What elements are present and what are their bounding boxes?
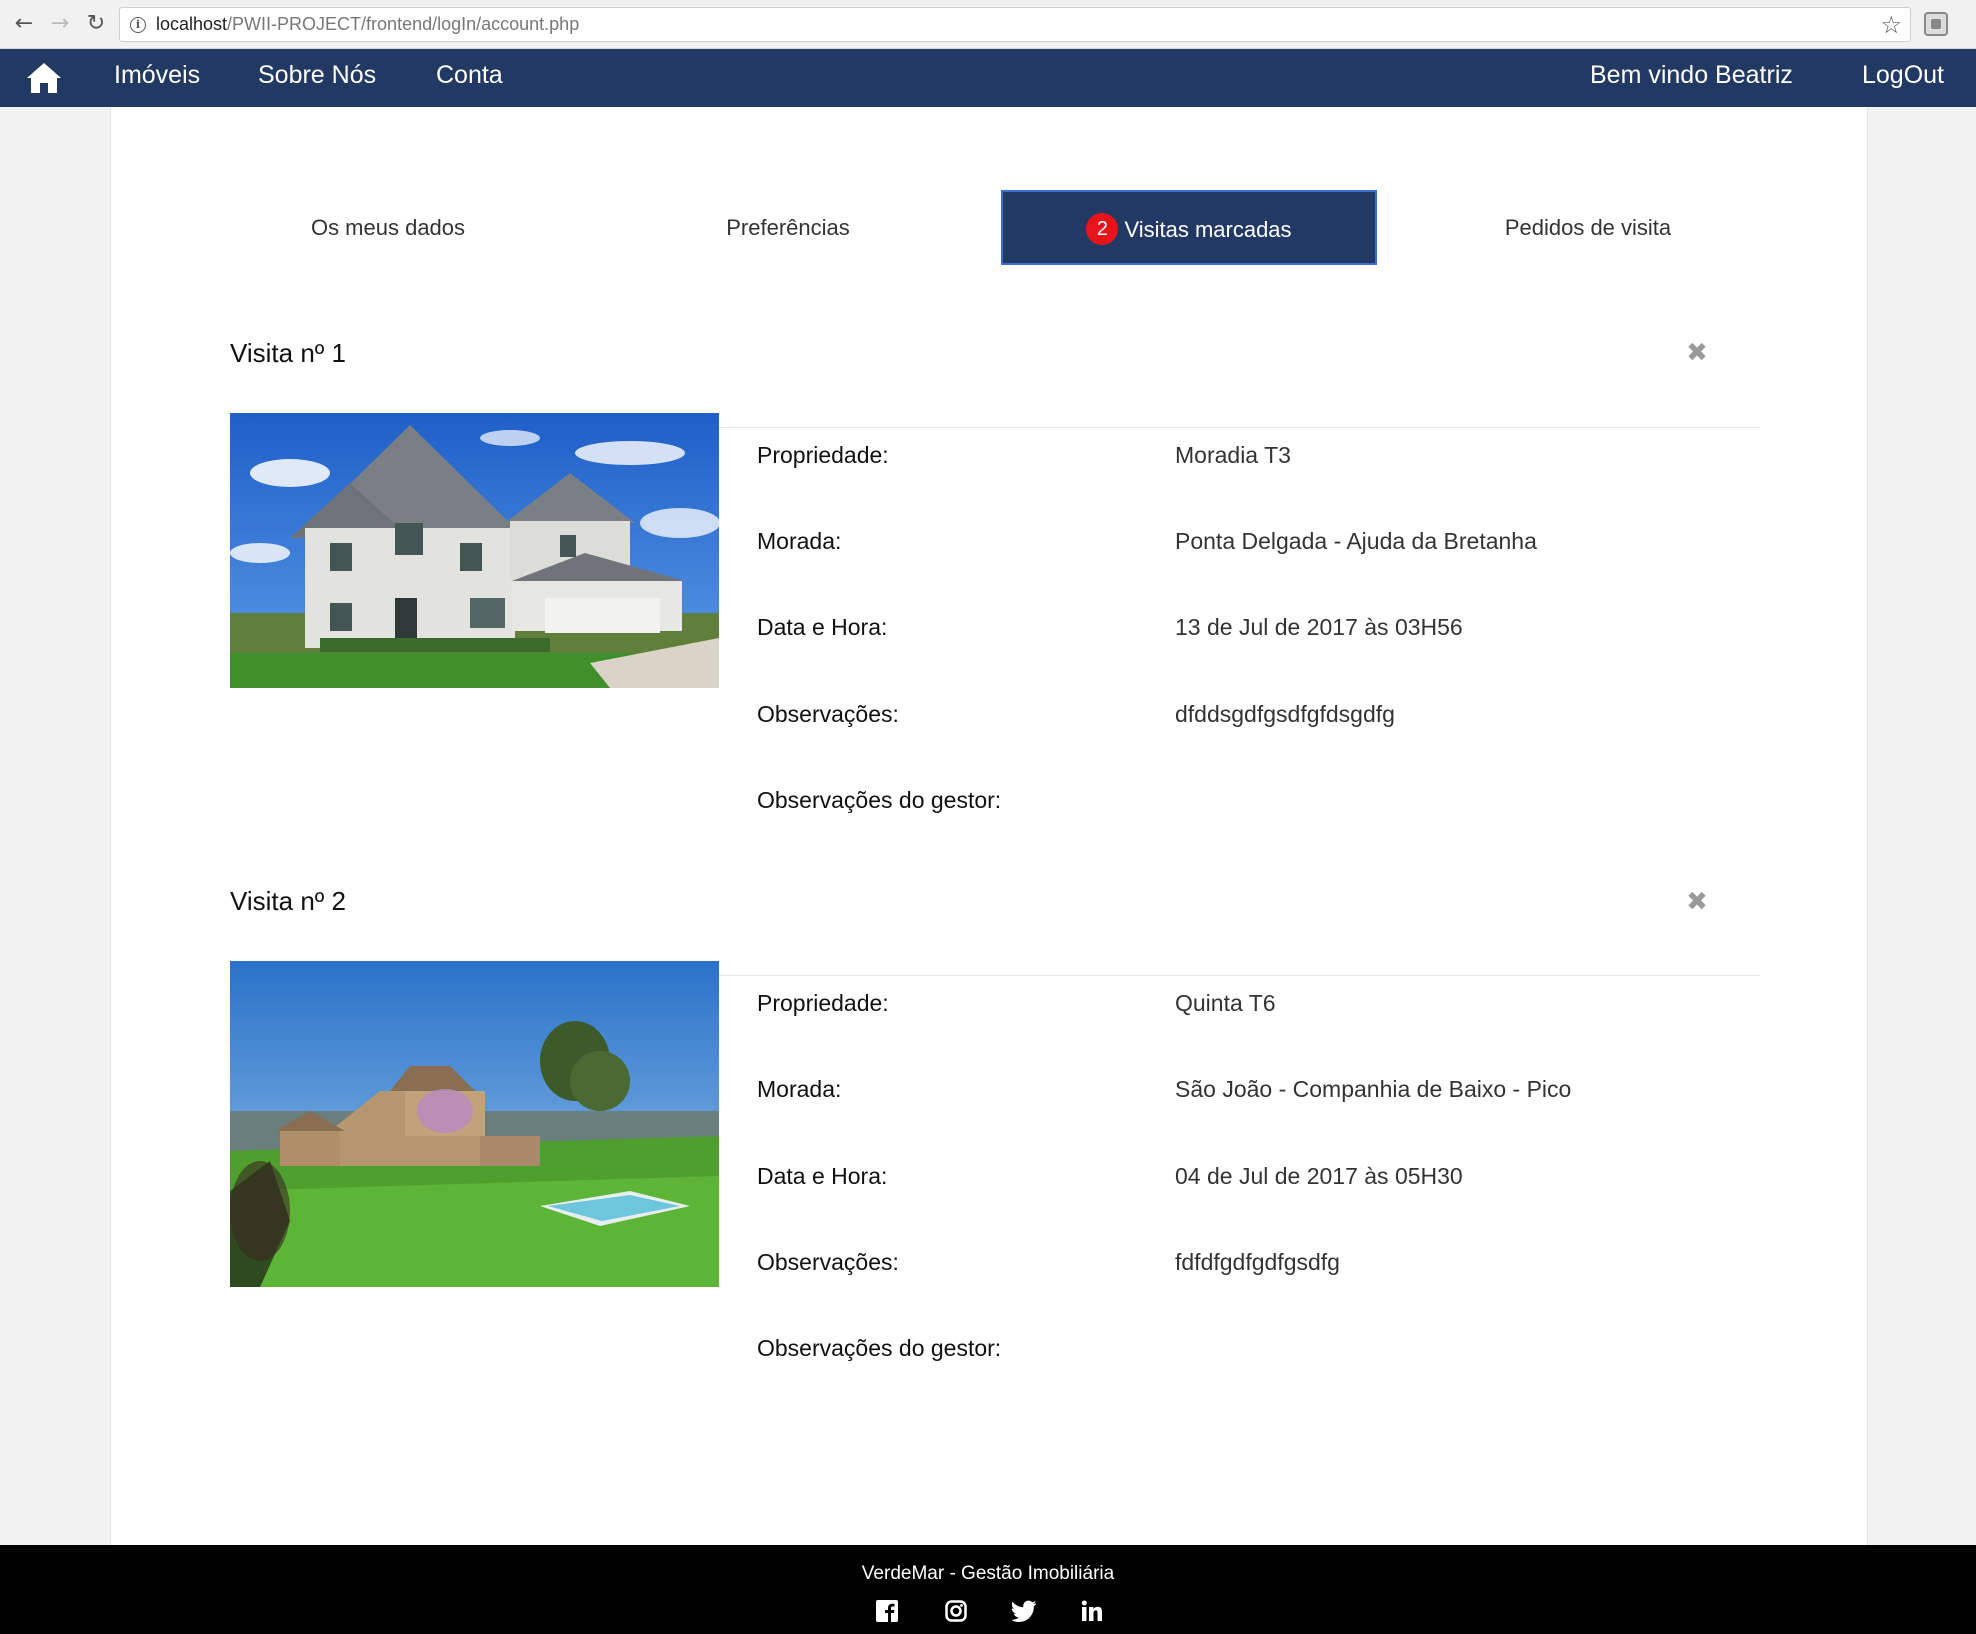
address-value: São João - Companhia de Baixo - Pico — [1175, 1076, 1572, 1102]
bookmark-star-icon[interactable]: ☆ — [1880, 11, 1902, 39]
property-photo-house — [230, 413, 719, 688]
nav-link-imoveis[interactable]: Imóveis — [114, 61, 200, 90]
address-label: Morada: — [757, 528, 842, 554]
welcome-text: Bem vindo Beatriz — [1590, 61, 1793, 89]
notes-value: fdfdfgdfgdfgsdfg — [1175, 1249, 1340, 1275]
notes-label: Observações: — [757, 1249, 899, 1275]
property-photo-farmhouse — [230, 961, 719, 1287]
divider — [718, 427, 1760, 428]
manager-notes-label: Observações do gestor: — [757, 1335, 1002, 1361]
close-icon[interactable]: ✖ — [1686, 340, 1708, 366]
visit-title: Visita nº 2 — [230, 886, 346, 916]
back-arrow-icon[interactable]: ← — [10, 10, 38, 38]
info-icon[interactable]: i — [130, 17, 146, 33]
address-value: Ponta Delgada - Ajuda da Bretanha — [1175, 528, 1537, 554]
datetime-value: 13 de Jul de 2017 às 03H56 — [1175, 614, 1463, 640]
tab-visit-requests[interactable]: Pedidos de visita — [1430, 190, 1746, 265]
datetime-label: Data e Hora: — [757, 614, 888, 640]
browser-toolbar: ← → ↻ i localhost/PWII-PROJECT/frontend/… — [0, 0, 1976, 49]
twitter-icon[interactable] — [1010, 1600, 1037, 1624]
divider — [718, 975, 1760, 976]
footer: VerdeMar - Gestão Imobiliária — [0, 1545, 1976, 1634]
extension-icon[interactable] — [1924, 12, 1948, 36]
property-value: Quinta T6 — [1175, 990, 1276, 1016]
property-label: Propriedade: — [757, 442, 889, 468]
reload-icon[interactable]: ↻ — [82, 10, 110, 38]
visit-title: Visita nº 1 — [230, 338, 346, 368]
forward-arrow-icon[interactable]: → — [46, 10, 74, 38]
datetime-value: 04 de Jul de 2017 às 05H30 — [1175, 1163, 1463, 1189]
tab-preferences[interactable]: Preferências — [630, 190, 946, 265]
account-panel — [110, 107, 1868, 1545]
address-bar[interactable]: i localhost/PWII-PROJECT/frontend/logIn/… — [119, 7, 1911, 42]
home-icon[interactable] — [26, 61, 62, 95]
top-navbar: Imóveis Sobre Nós Conta Bem vindo Beatri… — [0, 49, 1976, 107]
footer-text: VerdeMar - Gestão Imobiliária — [861, 1563, 1115, 1584]
property-value: Moradia T3 — [1175, 442, 1291, 468]
notes-label: Observações: — [757, 701, 899, 727]
logout-link[interactable]: LogOut — [1862, 61, 1944, 90]
datetime-label: Data e Hora: — [757, 1163, 888, 1189]
notes-value: dfddsgdfgsdfgfdsgdfg — [1175, 701, 1395, 727]
address-label: Morada: — [757, 1076, 842, 1102]
url-text: localhost/PWII-PROJECT/frontend/logIn/ac… — [156, 14, 580, 34]
instagram-icon[interactable] — [944, 1600, 968, 1624]
close-icon[interactable]: ✖ — [1686, 889, 1708, 915]
tab-scheduled-visits-label: Visitas marcadas — [1124, 217, 1292, 242]
visit-count-badge: 2 — [1086, 213, 1119, 246]
tab-scheduled-visits[interactable]: 2 Visitas marcadas — [1001, 190, 1377, 265]
manager-notes-label: Observações do gestor: — [757, 787, 1002, 813]
property-label: Propriedade: — [757, 990, 889, 1016]
nav-link-conta[interactable]: Conta — [436, 61, 503, 90]
facebook-icon[interactable] — [875, 1600, 899, 1624]
nav-link-sobre-nos[interactable]: Sobre Nós — [258, 61, 376, 90]
tab-my-data[interactable]: Os meus dados — [230, 190, 546, 265]
linkedin-icon[interactable] — [1080, 1600, 1104, 1624]
